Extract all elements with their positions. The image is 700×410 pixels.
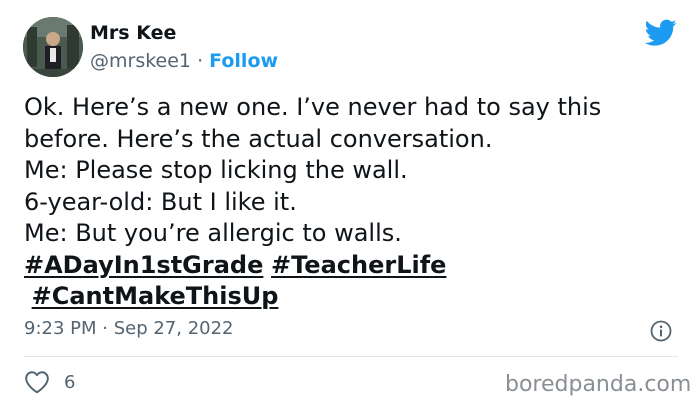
author-name[interactable]: Mrs Kee bbox=[90, 22, 176, 44]
hashtag-link[interactable]: #CantMakeThisUp bbox=[32, 282, 279, 310]
author-meta: @mrskee1 · Follow bbox=[90, 50, 278, 72]
divider bbox=[24, 356, 678, 357]
tweet-line: 6-year-old: But I like it. bbox=[24, 187, 297, 216]
hashtag-link[interactable]: #TeacherLife bbox=[271, 251, 446, 279]
watermark: boredpanda.com bbox=[505, 372, 692, 397]
tweet-line: before. Here’s the actual conversation. bbox=[24, 124, 493, 153]
follow-button[interactable]: Follow bbox=[209, 50, 278, 72]
hashtag-link[interactable]: #ADayIn1stGrade bbox=[24, 251, 263, 279]
tweet-text: Ok. Here’s a new one. I’ve never had to … bbox=[24, 92, 684, 313]
hashtag-line: #ADayIn1stGrade #TeacherLife bbox=[24, 250, 684, 282]
tweet-timestamp[interactable]: 9:23 PM · Sep 27, 2022 bbox=[24, 318, 234, 339]
heart-icon bbox=[25, 371, 49, 394]
avatar[interactable] bbox=[23, 17, 83, 77]
avatar-image bbox=[23, 17, 83, 77]
info-icon[interactable] bbox=[650, 320, 672, 342]
tweet-line: Ok. Here’s a new one. I’ve never had to … bbox=[24, 93, 602, 121]
like-button[interactable]: 6 bbox=[24, 370, 75, 394]
twitter-bird-icon[interactable] bbox=[645, 19, 677, 47]
separator-dot: · bbox=[197, 50, 204, 72]
hashtag-line: #CantMakeThisUp bbox=[24, 281, 684, 313]
tweet-line: Me: Please stop licking the wall. bbox=[24, 156, 408, 184]
author-handle[interactable]: @mrskee1 bbox=[90, 50, 191, 72]
like-count: 6 bbox=[64, 371, 76, 393]
tweet-line: Me: But you’re allergic to walls. bbox=[24, 219, 402, 247]
